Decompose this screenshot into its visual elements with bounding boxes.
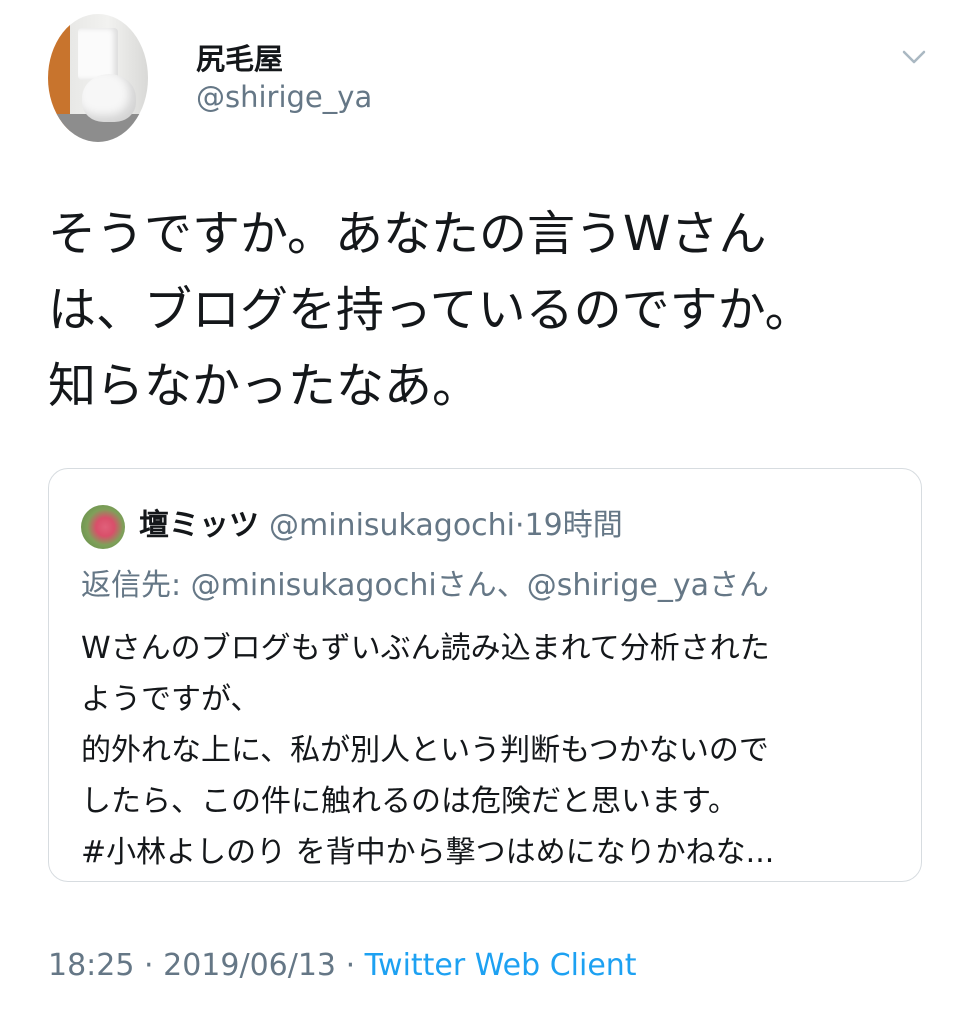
avatar-toilet-tank (78, 28, 118, 80)
tweet-meta: 18:25 · 2019/06/13 · Twitter Web Client (48, 948, 637, 983)
author-handle[interactable]: @shirige_ya (196, 80, 372, 114)
tweet-text: そうですか。あなたの言うWさん は、ブログを持っているのですか。 知らなかったな… (48, 196, 928, 424)
reply-suffix: さん (436, 568, 497, 603)
reply-suffix: さん (708, 568, 769, 603)
tweet-date[interactable]: 2019/06/13 (163, 948, 336, 983)
quoted-text-line: したら、この件に触れるのは危険だと思います。 (81, 784, 738, 819)
author-display-name[interactable]: 尻毛屋 (196, 36, 283, 78)
author-avatar[interactable] (48, 14, 148, 142)
quoted-text-line: 的外れな上に、私が別人という判断もつかないので (81, 733, 769, 768)
quoted-author-avatar (81, 505, 125, 549)
quoted-reply-context: 返信先: @minisukagochiさん、@shirige_yaさん (81, 565, 769, 607)
quoted-text-line: Wさんのブログもずいぶん読み込まれて分析された (81, 631, 770, 666)
tweet-text-line: 知らなかったなあ。 (48, 358, 481, 414)
reply-mention: @shirige_ya (526, 568, 709, 603)
tweet-text-line: そうですか。あなたの言うWさん (48, 206, 767, 262)
avatar-toilet-bowl (82, 74, 136, 122)
quoted-text-line: #小林よしのり を背中から撃つはめになりかねな... (81, 835, 775, 870)
quoted-tweet-text: Wさんのブログもずいぶん読み込まれて分析された ようですが、 的外れな上に、私が… (81, 623, 901, 878)
tweet-text-line: は、ブログを持っているのですか。 (48, 282, 813, 338)
quoted-text-line: ようですが、 (81, 682, 261, 717)
tweet-time[interactable]: 18:25 (48, 948, 134, 983)
meta-separator: · (345, 948, 356, 983)
meta-separator: · (144, 948, 154, 983)
chevron-down-icon[interactable] (900, 46, 928, 68)
quoted-author-display-name: 壇ミッツ (139, 508, 259, 543)
quoted-time-ago: 19時間 (524, 508, 623, 543)
quoted-separator: · (515, 508, 525, 543)
reply-joiner: 、 (496, 568, 527, 603)
quoted-tweet-header: 壇ミッツ @minisukagochi·19時間 (139, 505, 623, 547)
tweet-client-link[interactable]: Twitter Web Client (365, 948, 637, 983)
reply-mention: @minisukagochi (190, 568, 437, 603)
quoted-author-handle: @minisukagochi (269, 508, 516, 543)
quoted-tweet-card[interactable]: 壇ミッツ @minisukagochi·19時間 返信先: @minisukago… (48, 468, 922, 882)
reply-prefix: 返信先: (81, 568, 191, 603)
